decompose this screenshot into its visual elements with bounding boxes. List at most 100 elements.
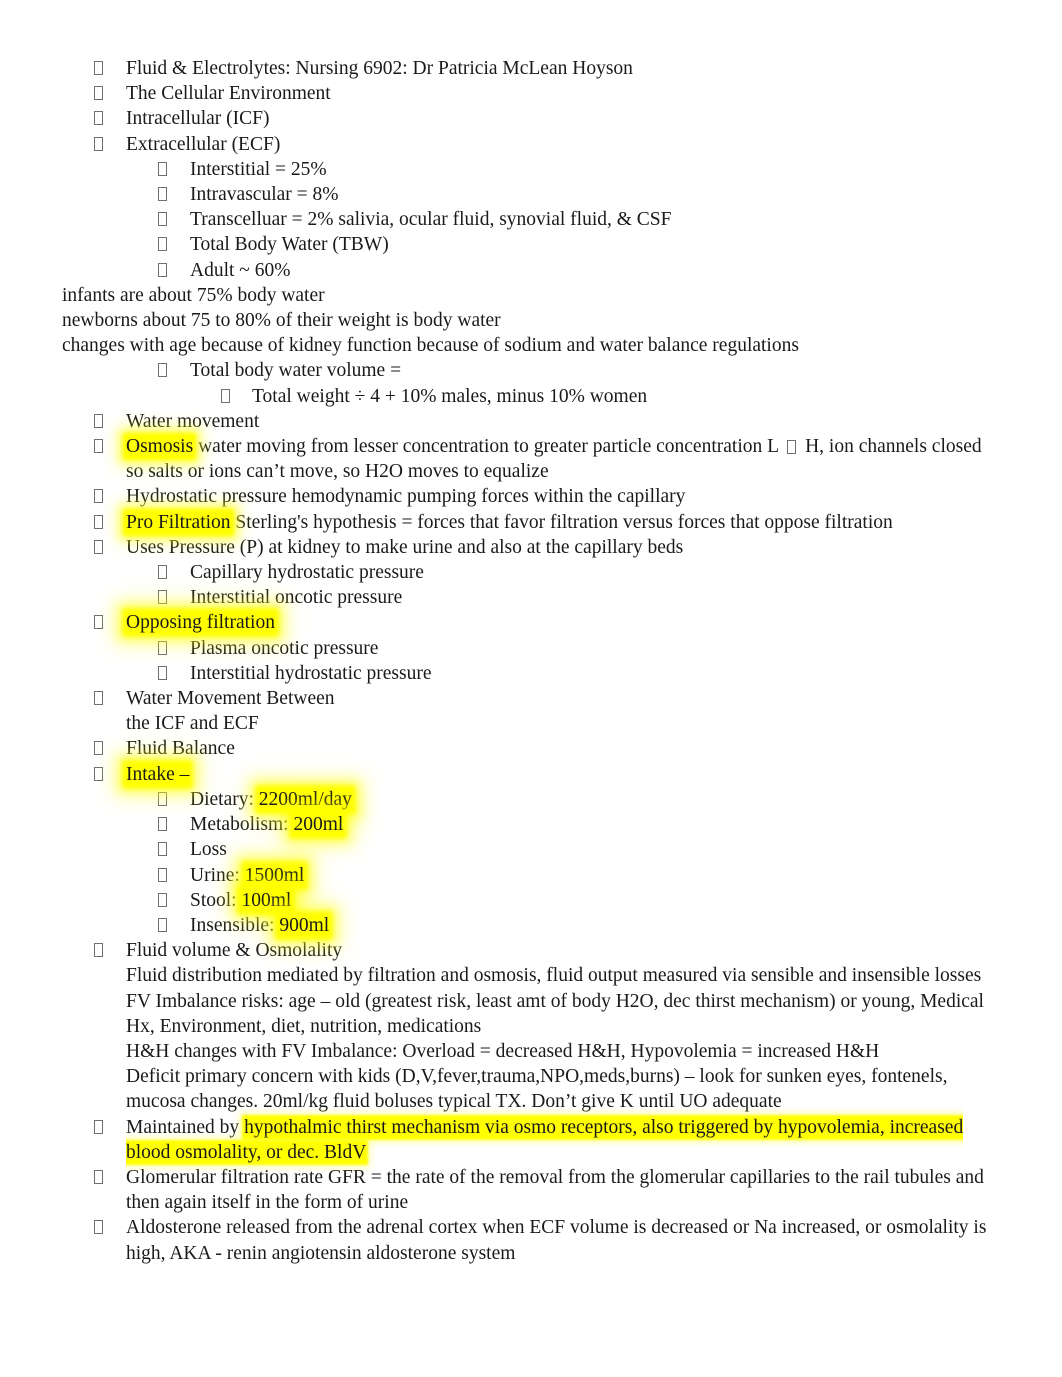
paragraph: FV Imbalance risks: age – old (greatest … (0, 989, 1062, 1039)
document-body: Fluid & Electrolytes: Nursing 6902: Dr P… (0, 56, 1062, 1266)
list-item: Plasma oncotic pressure (0, 636, 1062, 661)
bullet-icon (94, 514, 103, 529)
list-item: Stool: 100ml (0, 888, 1062, 913)
list-item: Urine: 1500ml (0, 863, 1062, 888)
bullet-icon (158, 867, 167, 882)
continuation-line: the ICF and ECF (0, 711, 1062, 736)
paragraph-text: H&H changes with FV Imbalance: Overload … (126, 1040, 880, 1062)
list-item: Hydrostatic pressure hemodynamic pumping… (0, 484, 1062, 509)
outline-text: Fluid Balance (126, 738, 235, 760)
outline-text: Total body water volume = (190, 360, 402, 382)
outline-text: Water movement (126, 410, 260, 432)
highlighted-term: hypothalmic thirst mechanism via osmo re… (126, 1116, 964, 1163)
outline-text: Transcelluar = 2% salivia, ocular fluid,… (190, 209, 672, 231)
document-page: Fluid & Electrolytes: Nursing 6902: Dr P… (0, 0, 1062, 1377)
bullet-icon (94, 439, 103, 454)
list-item: Intravascular = 8% (0, 182, 1062, 207)
list-item: Fluid & Electrolytes: Nursing 6902: Dr P… (0, 56, 1062, 81)
bullet-icon (94, 539, 103, 554)
outline-text: Extracellular (ECF) (126, 133, 281, 155)
bullet-icon (94, 86, 103, 101)
narrative-text: newborns about 75 to 80% of their weight… (62, 310, 501, 332)
list-item: Capillary hydrostatic pressure (0, 560, 1062, 585)
list-item: Total body water volume = (0, 358, 1062, 383)
list-item: Loss (0, 837, 1062, 862)
paragraph-text: Fluid distribution mediated by filtratio… (126, 965, 982, 987)
bullet-icon (158, 161, 167, 176)
list-item: Total Body Water (TBW) (0, 232, 1062, 257)
field-value: 1500ml (244, 864, 305, 886)
outline-text: Interstitial oncotic pressure (190, 587, 403, 609)
outline-text: the ICF and ECF (126, 713, 259, 735)
outline-text: Total weight ÷ 4 + 10% males, minus 10% … (252, 385, 648, 407)
highlighted-term: Pro Filtration (126, 511, 231, 533)
highlighted-term: Opposing filtration (126, 612, 275, 634)
list-item: Metabolism: 200ml (0, 812, 1062, 837)
outline-text: Intravascular = 8% (190, 184, 339, 206)
outline-text: Water Movement Between (126, 688, 335, 710)
list-item: Total weight ÷ 4 + 10% males, minus 10% … (0, 384, 1062, 409)
paragraph-text: FV Imbalance risks: age – old (greatest … (126, 990, 984, 1037)
bullet-icon (94, 1169, 103, 1184)
bullet-icon (158, 565, 167, 580)
list-item: Water movement (0, 409, 1062, 434)
highlighted-term: Osmosis (126, 436, 194, 458)
bullet-icon (158, 237, 167, 252)
list-item: Fluid Balance (0, 736, 1062, 761)
list-item: Adult ~ 60% (0, 258, 1062, 283)
narrative-line: changes with age because of kidney funct… (0, 333, 1062, 358)
bullet-icon (94, 136, 103, 151)
field-value: 200ml (293, 814, 344, 836)
bullet-icon (94, 691, 103, 706)
bullet-icon (94, 111, 103, 126)
outline-text: Aldosterone released from the adrenal co… (126, 1217, 987, 1264)
list-item: Uses Pressure (P) at kidney to make urin… (0, 535, 1062, 560)
bullet-icon (158, 892, 167, 907)
list-item: Osmosis water moving from lesser concent… (0, 434, 1062, 484)
outline-text: Plasma oncotic pressure (190, 637, 379, 659)
outline-text: Hydrostatic pressure hemodynamic pumping… (126, 486, 686, 508)
field-label: Stool: (190, 889, 242, 911)
list-item: The Cellular Environment (0, 81, 1062, 106)
bullet-icon (158, 817, 167, 832)
list-item: Interstitial oncotic pressure (0, 585, 1062, 610)
outline-text: water moving from lesser concentration t… (193, 436, 784, 458)
field-value: 900ml (279, 914, 330, 936)
bullet-icon (94, 1220, 103, 1235)
outline-text: Intracellular (ICF) (126, 108, 270, 130)
outline-text: Uses Pressure (P) at kidney to make urin… (126, 536, 684, 558)
outline-text: Sterling's hypothesis = forces that favo… (230, 511, 893, 533)
bullet-icon (94, 413, 103, 428)
list-item: Maintained by hypothalmic thirst mechani… (0, 1115, 1062, 1165)
bullet-icon (158, 842, 167, 857)
bullet-icon (94, 615, 103, 630)
list-item: Intracellular (ICF) (0, 106, 1062, 131)
list-item: Intake – (0, 762, 1062, 787)
outline-text: Interstitial hydrostatic pressure (190, 662, 432, 684)
bullet-icon (158, 917, 167, 932)
bullet-icon (94, 489, 103, 504)
outline-text: Capillary hydrostatic pressure (190, 562, 424, 584)
bullet-icon (158, 791, 167, 806)
list-item: Pro Filtration Sterling's hypothesis = f… (0, 510, 1062, 535)
paragraph-text: Deficit primary concern with kids (D,V,f… (126, 1066, 948, 1113)
bullet-icon (158, 590, 167, 605)
highlighted-term: Intake – (126, 763, 190, 785)
field-label: Insensible: (190, 914, 280, 936)
field-value: 100ml (241, 889, 292, 911)
outline-text: Loss (190, 839, 227, 861)
outline-text: Fluid volume & Osmolality (126, 940, 343, 962)
bullet-icon (158, 262, 167, 277)
bullet-icon (158, 212, 167, 227)
bullet-icon (94, 741, 103, 756)
paragraph: Fluid distribution mediated by filtratio… (0, 963, 1062, 988)
bullet-icon (158, 665, 167, 680)
paragraph: H&H changes with FV Imbalance: Overload … (0, 1039, 1062, 1064)
paragraph: Deficit primary concern with kids (D,V,f… (0, 1064, 1062, 1114)
bullet-icon (158, 187, 167, 202)
narrative-text: infants are about 75% body water (62, 284, 325, 306)
outline-text: The Cellular Environment (126, 83, 331, 105)
bullet-icon (158, 640, 167, 655)
list-item: Interstitial = 25% (0, 157, 1062, 182)
bullet-icon (158, 363, 167, 378)
